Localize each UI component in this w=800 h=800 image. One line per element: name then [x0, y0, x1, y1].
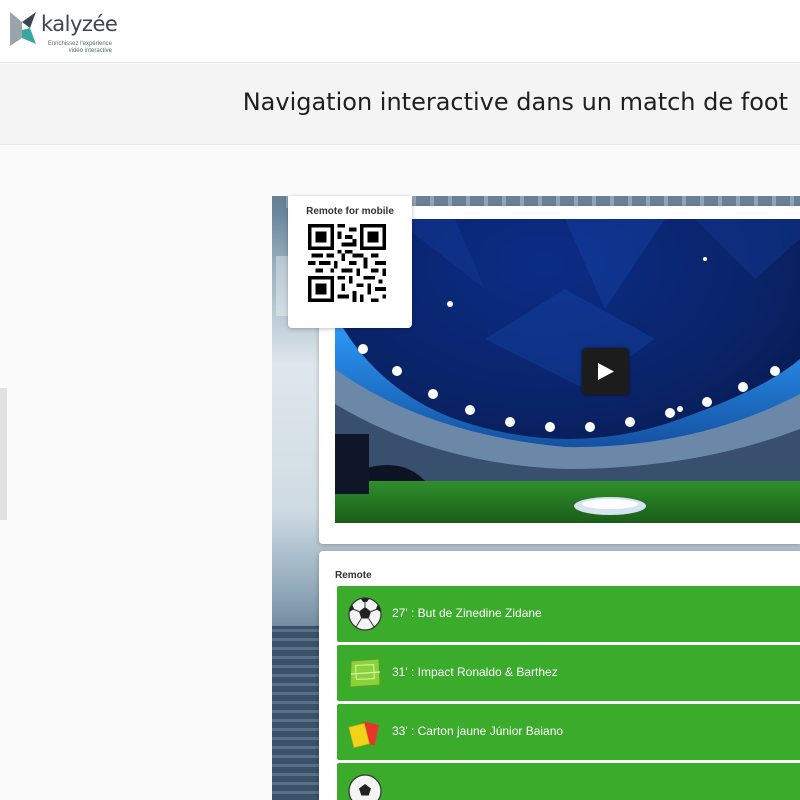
remote-card: Remote 27' : But de Zinedine Zidane 31' …	[319, 551, 800, 800]
pitch-icon	[349, 658, 381, 688]
mobile-remote-card: Remote for mobile	[288, 196, 412, 328]
remote-title: Remote	[335, 570, 372, 581]
mobile-remote-title: Remote for mobile	[306, 206, 394, 217]
qr-code[interactable]	[308, 224, 386, 302]
cards-icon	[348, 721, 379, 748]
logo-tagline-line-1: Enrichissez l'expérience	[47, 41, 112, 47]
remote-event[interactable]	[337, 763, 800, 800]
soccer-ball-icon	[348, 597, 382, 631]
kalyzee-mark-icon	[10, 12, 36, 46]
remote-event-label: 27' : But de Zinedine Zidane	[392, 606, 542, 620]
title-bar: Navigation interactive dans un match de …	[0, 64, 800, 145]
remote-event[interactable]: 33' : Carton jaune Júnior Baiano	[337, 704, 800, 760]
logo-name: kalyzée	[41, 12, 118, 36]
page-title: Navigation interactive dans un match de …	[242, 88, 788, 116]
soccer-ball-icon	[348, 774, 382, 800]
play-icon	[598, 363, 614, 380]
top-bar: kalyzée Enrichissez l'expérience vidéo i…	[0, 0, 800, 63]
side-tab[interactable]	[0, 388, 7, 520]
remote-event[interactable]: 31' : Impact Ronaldo & Barthez	[337, 645, 800, 701]
remote-event-label: 33' : Carton jaune Júnior Baiano	[392, 724, 564, 738]
remote-event-label: 31' : Impact Ronaldo & Barthez	[392, 665, 558, 679]
play-button[interactable]	[582, 348, 629, 395]
remote-event[interactable]: 27' : But de Zinedine Zidane	[337, 586, 800, 642]
logo-tagline-line-2: vidéo interactive	[68, 48, 112, 54]
logo-tagline: Enrichissez l'expérience vidéo interacti…	[45, 41, 112, 55]
kalyzee-logo[interactable]: kalyzée Enrichissez l'expérience vidéo i…	[8, 8, 132, 58]
